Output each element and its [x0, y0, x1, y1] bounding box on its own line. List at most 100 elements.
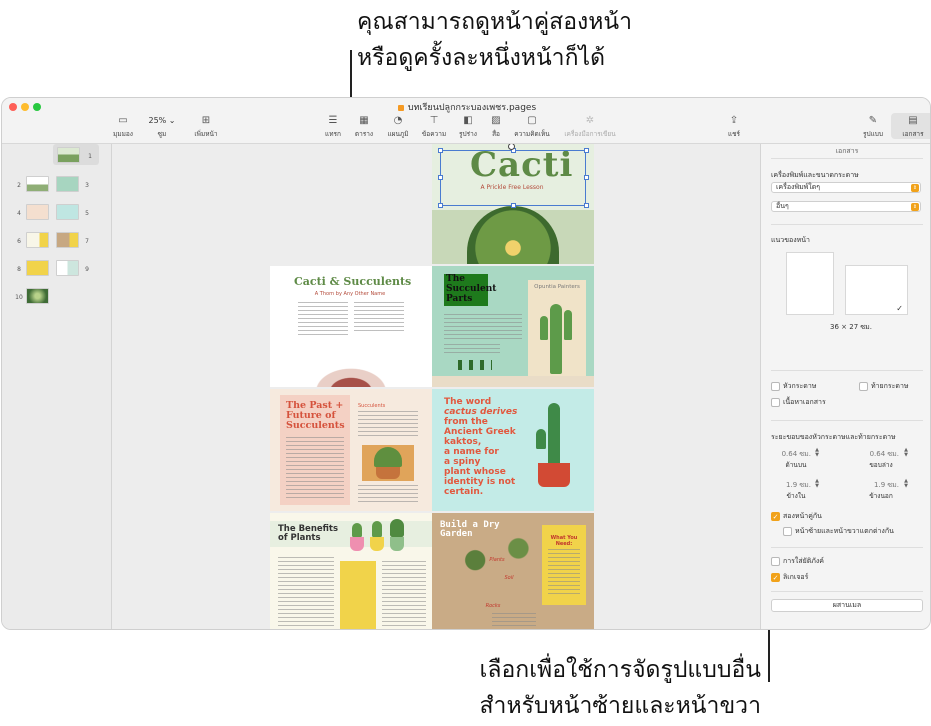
page-3[interactable]: The Succulent Parts Opuntia Painters — [432, 266, 594, 387]
document-label: เอกสาร — [902, 130, 924, 138]
page-7-card-title: What You Need: — [550, 535, 578, 547]
printer-value: เครื่องพิมพ์ใดๆ — [776, 183, 821, 191]
footer-checkbox[interactable]: ท้ายกระดาษ — [859, 382, 909, 391]
table-label: ตาราง — [354, 130, 374, 138]
left-right-different-checkbox[interactable]: หน้าซ้ายและหน้าขวาแตกต่างกัน — [783, 527, 894, 536]
document-body-checkbox[interactable]: เนื้อหาเอกสาร — [771, 398, 826, 407]
mail-merge-button[interactable]: ผสานเมล — [771, 599, 923, 612]
page-6[interactable]: The Benefits of Plants — [270, 513, 432, 629]
document-canvas[interactable]: Cacti A Prickle Free Lesson Cacti & Succ… — [112, 144, 760, 629]
zoom-menu[interactable]: 25% ⌄ ซูม — [140, 115, 184, 139]
orientation-label: แนวของหน้า — [771, 236, 810, 244]
page-thumbnail-3[interactable] — [56, 176, 79, 192]
paintbrush-icon: ✎ — [868, 115, 878, 126]
page-thumbnail-1[interactable] — [57, 147, 80, 163]
page-4-title: The Past + Future of Succulents — [286, 400, 345, 431]
outside-margin-label: ข้างนอก — [869, 492, 893, 500]
header-checkbox-label: หัวกระดาษ — [783, 382, 817, 390]
outside-margin-stepper[interactable]: ▲ ▼ — [903, 479, 909, 490]
page-3-cactus-arm — [540, 316, 548, 340]
comment-button[interactable]: ▢ ความคิดเห็น — [510, 115, 554, 139]
page-7-tag-plants: Plants — [489, 557, 505, 563]
selection-handle[interactable] — [584, 203, 589, 208]
page-thumbnail-9[interactable] — [56, 260, 79, 276]
share-button[interactable]: ⇪ แชร์ — [712, 115, 756, 139]
page-3-cactus-icons — [458, 360, 492, 370]
format-label: รูปแบบ — [862, 130, 884, 138]
page-number: 2 — [17, 182, 21, 189]
page-7[interactable]: Build a Dry Garden Plants Soil Rocks Wha… — [432, 513, 594, 629]
selection-handle[interactable] — [438, 148, 443, 153]
selection-handle[interactable] — [438, 175, 443, 180]
selection-handle[interactable] — [438, 203, 443, 208]
facing-pages-checkbox-label: สองหน้าคู่กัน — [783, 512, 822, 520]
view-button[interactable]: ▭ มุมมอง — [101, 115, 145, 139]
paper-size-popup[interactable]: อื่นๆ ⇕ — [771, 201, 921, 212]
paper-size-readout: 36 × 27 ซม. — [830, 323, 872, 331]
text-label: ข้อความ — [421, 130, 447, 138]
page-1-cover[interactable]: Cacti A Prickle Free Lesson — [432, 144, 594, 264]
add-page-button[interactable]: ⊞ เพิ่มหน้า — [184, 115, 228, 139]
share-label: แชร์ — [727, 130, 741, 138]
page-3-body-text — [444, 314, 522, 340]
page-4-body-text — [286, 437, 344, 499]
checkbox-box — [859, 382, 868, 391]
format-button[interactable]: ✎ รูปแบบ — [851, 115, 895, 139]
callout-top: คุณสามารถดูหน้าคู่สองหน้า หรือดูครั้งละห… — [357, 4, 632, 76]
orientation-landscape[interactable]: ✓ — [845, 265, 908, 315]
page-6-pot — [350, 537, 364, 551]
page-6-pot — [390, 537, 404, 551]
checkbox-box — [771, 398, 780, 407]
orientation-portrait[interactable] — [786, 252, 834, 315]
sidebar-icon: ▭ — [118, 115, 128, 126]
document-body-checkbox-label: เนื้อหาเอกสาร — [783, 398, 826, 406]
page-4[interactable]: The Past + Future of Succulents Succulen… — [270, 389, 432, 511]
page-5-cactus-illustration — [548, 403, 560, 465]
inside-margin-field[interactable]: 1.9 ซม. — [761, 480, 811, 491]
divider — [771, 224, 923, 225]
page-2-subtitle: A Thorn by Any Other Name — [314, 291, 386, 297]
selection-handle[interactable] — [584, 175, 589, 180]
pages-window: บทเรียนปลูกกระบองเพชร.pages ▭ มุมมอง 25% … — [1, 97, 931, 630]
outside-margin-field[interactable]: 1.9 ซม. — [849, 480, 899, 491]
top-margin-label: ด้านบน — [785, 461, 807, 469]
hyphenation-checkbox[interactable]: การใส่ยัติภังค์ — [771, 557, 824, 566]
printer-paper-label: เครื่องพิมพ์และขนาดกระดาษ — [771, 171, 859, 179]
callout-bottom-line1: เลือกเพื่อใช้การจัดรูปแบบอื่น — [479, 657, 762, 683]
page-thumbnail-5[interactable] — [56, 204, 79, 220]
bottom-margin-field[interactable]: 0.64 ซม. — [849, 449, 899, 460]
page-2[interactable]: Cacti & Succulents A Thorn by Any Other … — [270, 266, 432, 387]
bottom-margin-label: ขอบล่าง — [869, 461, 893, 469]
page-number: 1 — [88, 153, 92, 160]
writing-tools-button[interactable]: ✲ เครื่องมือการเขียน — [560, 115, 620, 139]
checkmark-icon: ✓ — [896, 304, 903, 313]
page-thumbnail-10[interactable] — [26, 288, 49, 304]
page-number: 9 — [85, 266, 89, 273]
facing-pages-checkbox[interactable]: ✓ สองหน้าคู่กัน — [771, 512, 822, 521]
window-title: บทเรียนปลูกกระบองเพชร.pages — [2, 100, 930, 114]
bottom-margin-stepper[interactable]: ▲ ▼ — [903, 448, 909, 459]
chevron-updown-icon: ⇕ — [911, 203, 919, 211]
document-button[interactable]: ▤ เอกสาร — [891, 113, 930, 139]
checkbox-checked-icon: ✓ — [771, 512, 780, 521]
page-thumbnail-7[interactable] — [56, 232, 79, 248]
page-thumbnail-6[interactable] — [26, 232, 49, 248]
selection-handle[interactable] — [584, 148, 589, 153]
inspector-tab-document[interactable]: เอกสาร — [761, 146, 930, 157]
printer-popup[interactable]: เครื่องพิมพ์ใดๆ ⇕ — [771, 182, 921, 193]
document-icon — [397, 104, 404, 111]
page-thumbnail-8[interactable] — [26, 260, 49, 276]
page-5[interactable]: The word cactus derives from the Ancient… — [432, 389, 594, 511]
inside-margin-stepper[interactable]: ▲ ▼ — [814, 479, 820, 490]
ligatures-checkbox[interactable]: ✓ ลิเกเจอร์ — [771, 573, 808, 582]
header-checkbox[interactable]: หัวกระดาษ — [771, 382, 816, 391]
media-label: สื่อ — [492, 130, 500, 138]
top-margin-stepper[interactable]: ▲ ▼ — [814, 448, 820, 459]
page-4-cactus — [374, 447, 402, 467]
page-thumbnail-4[interactable] — [26, 204, 49, 220]
page-thumbnail-2[interactable] — [26, 176, 49, 192]
selection-handle[interactable] — [511, 203, 516, 208]
top-margin-field[interactable]: 0.64 ซม. — [761, 449, 811, 460]
left-right-different-checkbox-label: หน้าซ้ายและหน้าขวาแตกต่างกัน — [795, 527, 894, 535]
selection-box — [440, 150, 586, 206]
